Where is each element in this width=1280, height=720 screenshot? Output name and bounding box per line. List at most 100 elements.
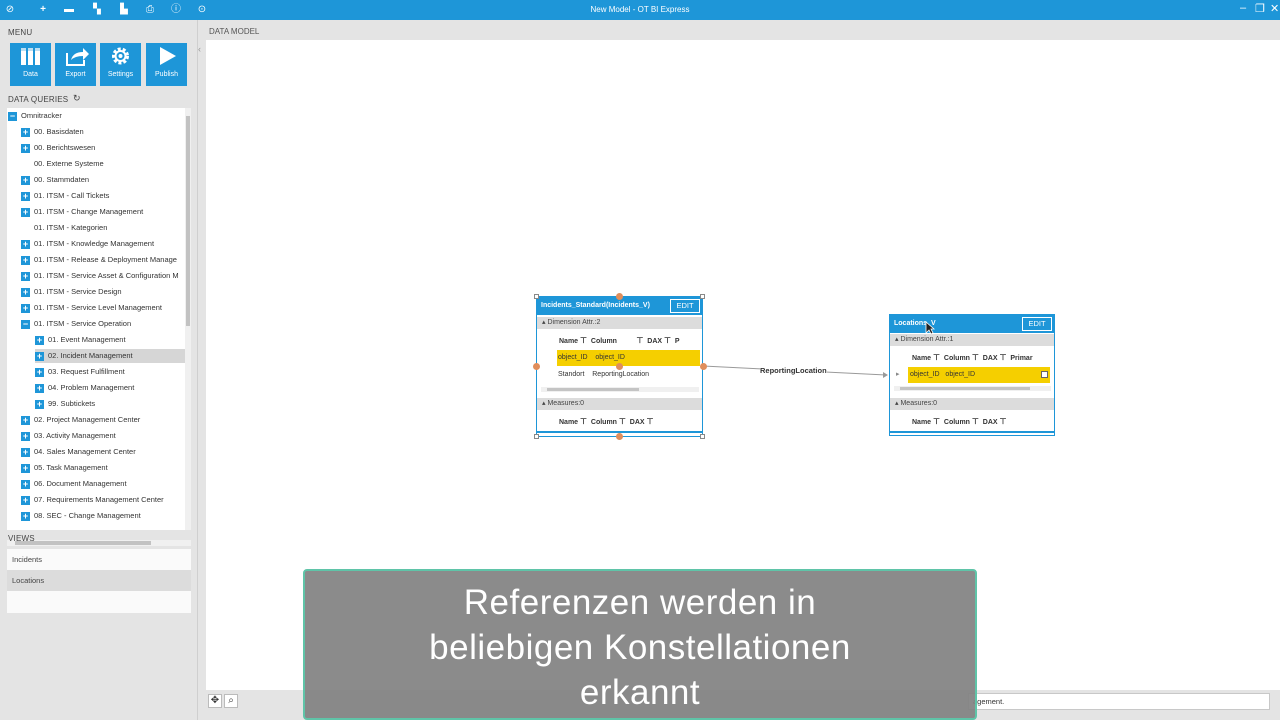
zoom-icon[interactable]: ⌕ — [224, 694, 238, 708]
expand-icon[interactable]: + — [21, 208, 30, 217]
primary-key-checkbox[interactable] — [1041, 371, 1048, 378]
filter-icon[interactable]: ⊤ — [636, 336, 643, 345]
tree-item[interactable]: +01. ITSM - Release & Deployment Manage — [21, 253, 177, 267]
expand-icon[interactable]: + — [35, 336, 44, 345]
expand-icon[interactable]: + — [21, 272, 30, 281]
tree-item[interactable]: +00. Basisdaten — [21, 125, 84, 139]
tree-item[interactable]: +01. ITSM - Call Tickets — [21, 189, 109, 203]
export-tile-button[interactable]: Export — [55, 43, 96, 86]
tree-item[interactable]: −01. ITSM - Service Operation — [21, 317, 131, 331]
incidents-edit-button[interactable]: EDIT — [670, 299, 700, 313]
filter-icon[interactable]: ⊤ — [580, 417, 587, 426]
resize-handle-left[interactable] — [533, 363, 540, 370]
settings-tile-button[interactable]: Settings — [100, 43, 141, 86]
resize-corner[interactable] — [700, 294, 705, 299]
locations-horizontal-scrollbar[interactable] — [894, 386, 1051, 391]
locations-edit-button[interactable]: EDIT — [1022, 317, 1052, 331]
view-item-incidents[interactable]: Incidents — [7, 549, 191, 570]
expand-icon[interactable]: + — [21, 496, 30, 505]
refresh-icon[interactable]: ↻ — [73, 93, 81, 104]
tree-item[interactable]: +02. Incident Management — [35, 349, 191, 363]
expand-icon[interactable]: + — [21, 304, 30, 313]
tree-item[interactable]: +02. Project Management Center — [21, 413, 140, 427]
scrollbar-thumb[interactable] — [186, 116, 190, 326]
locations-row-object-id[interactable]: object_ID object_ID — [908, 367, 1050, 383]
resize-handle-right[interactable] — [700, 363, 707, 370]
expand-icon[interactable]: + — [21, 176, 30, 185]
filter-icon[interactable]: ⊤ — [933, 417, 940, 426]
filter-icon[interactable]: ⊤ — [664, 336, 671, 345]
locations-dimension-section[interactable]: ▴ Dimension Attr.:1 — [890, 334, 1054, 346]
filter-icon[interactable]: ⊤ — [580, 336, 587, 345]
restore-icon[interactable]: ❐ — [1255, 2, 1265, 15]
expand-icon[interactable]: + — [21, 144, 30, 153]
move-icon[interactable]: ✥ — [208, 694, 222, 708]
expand-icon[interactable]: + — [21, 464, 30, 473]
collapse-icon[interactable]: − — [21, 320, 30, 329]
expand-icon[interactable]: + — [21, 448, 30, 457]
incidents-row-object-id[interactable]: object_ID object_ID — [557, 350, 700, 366]
close-icon[interactable]: ✕ — [1270, 2, 1279, 15]
tree-item[interactable]: +01. Event Management — [35, 333, 126, 347]
panel-collapse-strip[interactable]: ‹ — [198, 20, 206, 720]
expand-icon[interactable]: + — [35, 352, 44, 361]
locations-table-card[interactable]: Locations_V EDIT ▴ Dimension Attr.:1 Nam… — [889, 314, 1055, 436]
filter-icon[interactable]: ⊤ — [933, 353, 940, 362]
tree-item[interactable]: +07. Requirements Management Center — [21, 493, 164, 507]
incidents-measures-section[interactable]: ▴ Measures:0 — [537, 398, 702, 410]
tree-item[interactable]: +99. Subtickets — [35, 397, 95, 411]
tree-item[interactable]: +04. Sales Management Center — [21, 445, 136, 459]
locations-measures-section[interactable]: ▴ Measures:0 — [890, 398, 1054, 410]
tree-item[interactable]: +04. Problem Management — [35, 381, 134, 395]
expand-icon[interactable]: + — [21, 256, 30, 265]
filter-icon[interactable]: ⊤ — [972, 417, 979, 426]
tree-item[interactable]: +05. Task Management — [21, 461, 108, 475]
tree-item[interactable]: +06. Document Management — [21, 477, 127, 491]
expand-icon[interactable]: + — [21, 512, 30, 521]
expand-icon[interactable]: + — [21, 192, 30, 201]
tree-item[interactable]: +01. ITSM - Knowledge Management — [21, 237, 154, 251]
tree-item[interactable]: − Omnitracker — [8, 109, 62, 123]
incidents-row-standort[interactable]: Standort ReportingLocation — [557, 367, 700, 383]
tree-item[interactable]: +01. ITSM - Service Design — [21, 285, 122, 299]
filter-icon[interactable]: ⊤ — [1000, 353, 1007, 362]
expand-icon[interactable]: + — [21, 288, 30, 297]
expand-icon[interactable]: + — [21, 480, 30, 489]
filter-icon[interactable]: ⊤ — [619, 417, 626, 426]
publish-tile-button[interactable]: Publish — [146, 43, 187, 86]
tree-item[interactable]: 01. ITSM - Kategorien — [21, 221, 107, 235]
resize-corner[interactable] — [534, 294, 539, 299]
incidents-horizontal-scrollbar[interactable] — [541, 387, 699, 392]
resize-handle-center[interactable] — [616, 363, 623, 370]
tree-item[interactable]: +01. ITSM - Service Asset & Configuratio… — [21, 269, 179, 283]
expand-icon[interactable]: + — [21, 432, 30, 441]
tree-item[interactable]: +01. ITSM - Service Level Management — [21, 301, 162, 315]
expand-icon[interactable]: + — [21, 416, 30, 425]
view-item-locations[interactable]: Locations — [7, 570, 191, 591]
resize-corner[interactable] — [534, 434, 539, 439]
expand-icon[interactable]: + — [35, 400, 44, 409]
resize-handle-top[interactable] — [616, 293, 623, 300]
expand-icon[interactable]: + — [21, 240, 30, 249]
filter-icon[interactable]: ⊤ — [647, 417, 654, 426]
resize-corner[interactable] — [700, 434, 705, 439]
tree-item[interactable]: +00. Stammdaten — [21, 173, 89, 187]
chevron-left-icon[interactable]: ‹ — [198, 44, 201, 54]
tree-item[interactable]: +00. Berichtswesen — [21, 141, 95, 155]
incidents-dimension-section[interactable]: ▴ Dimension Attr.:2 — [537, 317, 702, 329]
collapse-icon[interactable]: − — [8, 112, 17, 121]
tree-item[interactable]: +08. SEC - Change Management — [21, 509, 141, 523]
data-tile-button[interactable]: Data — [10, 43, 51, 86]
tree-item[interactable]: +01. ITSM - Change Management — [21, 205, 143, 219]
expand-icon[interactable]: + — [35, 368, 44, 377]
resize-handle-bottom[interactable] — [616, 433, 623, 440]
expand-icon[interactable]: + — [21, 128, 30, 137]
tree-item[interactable]: +03. Activity Management — [21, 429, 116, 443]
minimize-icon[interactable]: – — [1240, 2, 1246, 14]
scrollbar-thumb[interactable] — [15, 541, 151, 545]
tree-item[interactable]: +03. Request Fulfillment — [35, 365, 125, 379]
filter-icon[interactable]: ⊤ — [1000, 417, 1007, 426]
tree-vertical-scrollbar[interactable] — [185, 108, 191, 530]
tree-item[interactable]: 00. Externe Systeme — [21, 157, 104, 171]
expand-icon[interactable]: + — [35, 384, 44, 393]
